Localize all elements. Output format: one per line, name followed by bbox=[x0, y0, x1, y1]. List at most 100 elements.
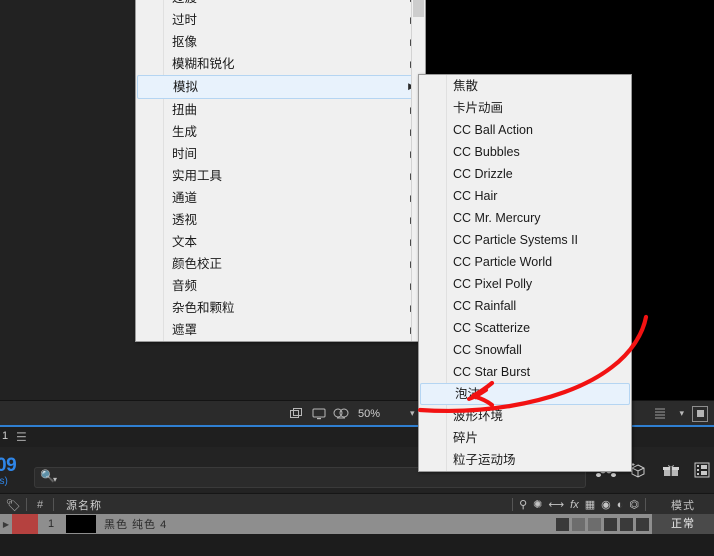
menu-item-simulation-effect[interactable]: 卡片动画 bbox=[419, 97, 631, 119]
film-strip-icon[interactable] bbox=[694, 462, 710, 483]
menu-item-simulation-effect[interactable]: 粒子运动场 bbox=[419, 449, 631, 471]
menu-item-effect-category[interactable]: 扭曲▶ bbox=[136, 99, 425, 121]
effects-icon[interactable]: ✺ bbox=[533, 498, 542, 511]
menu-item-effect-category[interactable]: 过渡▶ bbox=[136, 0, 425, 9]
search-chevron-down-icon[interactable]: ▾ bbox=[53, 475, 57, 484]
render-region-icon[interactable] bbox=[286, 405, 308, 423]
expand-arrow-icon[interactable]: ▶ bbox=[0, 520, 12, 529]
menu-item-effect-category[interactable]: 抠像▶ bbox=[136, 31, 425, 53]
menu-item-simulation-effect[interactable]: CC Hair bbox=[419, 185, 631, 207]
menu-item-label: 焦散 bbox=[453, 79, 479, 93]
menu-item-effect-category[interactable]: 通道▶ bbox=[136, 187, 425, 209]
menu-item-label: 文本 bbox=[172, 235, 198, 249]
layer-motion-blur-toggle[interactable] bbox=[588, 517, 601, 531]
menu-item-simulation-effect[interactable]: CC Snowfall bbox=[419, 339, 631, 361]
menu-item-label: CC Mr. Mercury bbox=[453, 211, 541, 225]
menu-item-simulation-effect[interactable]: CC Drizzle bbox=[419, 163, 631, 185]
after-effects-window: 50% ▾ ▾ 1 ☰ 09 ps) 🔍 ▾ 🏷 bbox=[0, 0, 714, 556]
quality-icon[interactable]: ◐ bbox=[617, 499, 624, 511]
layer-adjustment-toggle[interactable] bbox=[604, 517, 617, 531]
menu-item-effect-category[interactable]: 遮罩▶ bbox=[136, 319, 425, 341]
menu-item-effect-category[interactable]: 文本▶ bbox=[136, 231, 425, 253]
menu-item-simulation-effect[interactable]: 碎片 bbox=[419, 427, 631, 449]
menu-item-label: 粒子运动场 bbox=[453, 453, 516, 467]
menu-item-simulation-effect[interactable]: CC Bubbles bbox=[419, 141, 631, 163]
layer-quality-toggle[interactable] bbox=[620, 517, 633, 531]
motion-blur-icon[interactable]: ⟷ bbox=[548, 498, 564, 511]
menu-item-simulation-effect[interactable]: CC Ball Action bbox=[419, 119, 631, 141]
label-tag-icon: 🏷 bbox=[5, 497, 21, 512]
timeline-tab-label[interactable]: 1 bbox=[2, 430, 8, 442]
menu-item-effect-category[interactable]: 实用工具▶ bbox=[136, 165, 425, 187]
column-header-mode[interactable]: 模式 bbox=[652, 497, 714, 513]
table-row[interactable]: ▶ 1 黑色 纯色 4 正常 bbox=[0, 514, 714, 534]
menu-item-label: 过渡 bbox=[172, 0, 197, 5]
menu-item-label: CC Drizzle bbox=[453, 167, 513, 181]
menu-item-label: CC Particle Systems II bbox=[453, 233, 579, 247]
layer-blend-mode[interactable]: 正常 bbox=[652, 514, 714, 534]
zoom-level-value[interactable]: 50% bbox=[358, 408, 410, 420]
menu-item-label: CC Snowfall bbox=[453, 343, 522, 357]
current-timecode[interactable]: 09 bbox=[0, 455, 17, 477]
grid-guides-icon[interactable] bbox=[649, 405, 671, 423]
layer-source-name[interactable]: 黑色 纯色 4 bbox=[96, 516, 167, 532]
menu-item-label: 实用工具 bbox=[172, 169, 223, 183]
menu-item-label: CC Pixel Polly bbox=[453, 277, 533, 291]
menu-scrollbar-thumb[interactable] bbox=[413, 0, 424, 17]
menu-item-simulation-effect[interactable]: CC Rainfall bbox=[419, 295, 631, 317]
3d-camera-icon[interactable] bbox=[630, 462, 648, 483]
column-header-source-name[interactable]: 源名称 bbox=[54, 497, 102, 513]
menu-item-effect-category[interactable]: 杂色和颗粒▶ bbox=[136, 297, 425, 319]
adjustment-icon[interactable]: ▦ bbox=[585, 498, 595, 511]
layer-label-color-swatch[interactable] bbox=[12, 514, 38, 534]
gift-icon[interactable] bbox=[662, 463, 680, 482]
layer-shy-toggle[interactable] bbox=[556, 517, 569, 531]
column-header-number: # bbox=[36, 498, 44, 511]
menu-item-label: 泡沫 bbox=[455, 387, 481, 401]
menu-item-effect-category[interactable]: 生成▶ bbox=[136, 121, 425, 143]
menu-item-label: CC Rainfall bbox=[453, 299, 517, 313]
menu-item-simulation-effect[interactable]: 焦散 bbox=[419, 75, 631, 97]
menu-item-simulation-effect[interactable]: CC Scatterize bbox=[419, 317, 631, 339]
toggle-transparency-icon[interactable] bbox=[692, 405, 708, 422]
menu-item-simulation-effect[interactable]: 泡沫 bbox=[420, 383, 630, 405]
menu-item-label: 时间 bbox=[172, 147, 198, 161]
menu-item-simulation-effect[interactable]: CC Pixel Polly bbox=[419, 273, 631, 295]
effect-category-menu[interactable]: 过渡▶过时▶抠像▶模糊和锐化▶模拟▶扭曲▶生成▶时间▶实用工具▶通道▶透视▶文本… bbox=[135, 0, 426, 342]
menu-item-label: CC Hair bbox=[453, 189, 498, 203]
mask-view-icon[interactable] bbox=[330, 405, 352, 423]
chevron-down-icon-2[interactable]: ▾ bbox=[679, 408, 684, 419]
chevron-down-icon[interactable]: ▾ bbox=[410, 408, 415, 419]
menu-item-label: 模拟 bbox=[173, 80, 199, 94]
three-d-icon[interactable]: ⏣ bbox=[629, 498, 639, 511]
menu-item-label: 波形环境 bbox=[453, 409, 504, 423]
monitor-icon[interactable] bbox=[308, 405, 330, 423]
menu-item-label: CC Scatterize bbox=[453, 321, 531, 335]
menu-item-effect-category[interactable]: 音频▶ bbox=[136, 275, 425, 297]
layer-switches: 正常 bbox=[556, 514, 714, 534]
hamburger-menu-icon[interactable]: ☰ bbox=[16, 430, 27, 444]
menu-item-effect-category[interactable]: 模拟▶ bbox=[137, 75, 424, 99]
layer-3d-toggle[interactable] bbox=[636, 517, 649, 531]
simulation-effects-submenu[interactable]: 焦散卡片动画 CC Ball Action CC Bubbles CC Drizzle… bbox=[418, 74, 632, 472]
fx-icon[interactable]: fx bbox=[570, 499, 579, 511]
menu-item-label: 扭曲 bbox=[172, 103, 198, 117]
menu-item-label: 生成 bbox=[172, 125, 198, 139]
menu-item-effect-category[interactable]: 时间▶ bbox=[136, 143, 425, 165]
menu-item-simulation-effect[interactable]: CC Star Burst bbox=[419, 361, 631, 383]
menu-item-simulation-effect[interactable]: CC Particle World bbox=[419, 251, 631, 273]
menu-item-label: 通道 bbox=[172, 191, 198, 205]
menu-item-label: 模糊和锐化 bbox=[172, 57, 235, 71]
menu-item-simulation-effect[interactable]: CC Mr. Mercury bbox=[419, 207, 631, 229]
menu-item-effect-category[interactable]: 模糊和锐化▶ bbox=[136, 53, 425, 75]
shy-icon[interactable]: ⚲ bbox=[519, 498, 527, 511]
menu-item-effect-category[interactable]: 透视▶ bbox=[136, 209, 425, 231]
menu-item-simulation-effect[interactable]: CC Particle Systems II bbox=[419, 229, 631, 251]
simulation-effect-list: 焦散卡片动画 CC Ball Action CC Bubbles CC Drizzle… bbox=[419, 75, 631, 471]
menu-item-effect-category[interactable]: 过时▶ bbox=[136, 9, 425, 31]
menu-item-label: CC Bubbles bbox=[453, 145, 520, 159]
menu-item-simulation-effect[interactable]: 波形环境 bbox=[419, 405, 631, 427]
collapse-icon[interactable]: ◉ bbox=[601, 498, 611, 511]
menu-item-effect-category[interactable]: 颜色校正▶ bbox=[136, 253, 425, 275]
layer-effects-toggle[interactable] bbox=[572, 517, 585, 531]
